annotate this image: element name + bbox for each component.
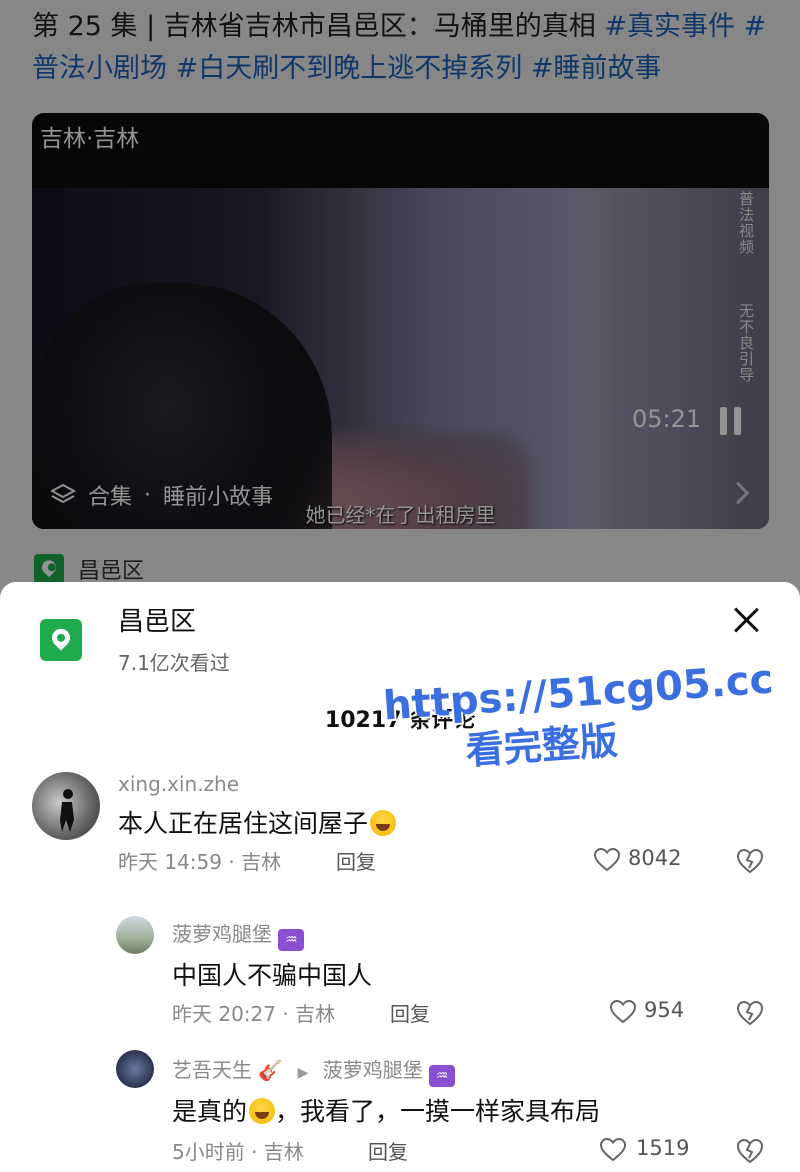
aquarius-badge-icon: ♒ <box>278 929 305 951</box>
comment-time-location: 昨天 20:27 · 吉林 <box>172 1002 336 1026</box>
reply-button[interactable]: 回复 <box>336 846 376 875</box>
location-pin-icon <box>40 619 82 661</box>
comment-username[interactable]: 菠萝鸡腿堡 ♒ <box>172 918 305 951</box>
reply-arrow-icon: ▶ <box>297 1065 309 1081</box>
dislike-icon[interactable] <box>736 1138 764 1164</box>
avatar[interactable] <box>116 1050 154 1088</box>
like-count: 954 <box>644 998 685 1022</box>
comments-sheet: 昌邑区 7.1亿次看过 10217 条评论 https://51cg05.cc … <box>0 582 800 1172</box>
comment-time-location: 5小时前 · 吉林 <box>172 1140 304 1164</box>
modal-backdrop[interactable] <box>0 0 800 600</box>
aquarius-badge-icon: ♒ <box>429 1065 456 1087</box>
watermark: https://51cg05.cc 看完整版 <box>352 654 800 782</box>
guitar-emoji-icon: 🎸 <box>258 1058 284 1082</box>
like-count: 8042 <box>628 846 682 870</box>
reply-to-username[interactable]: 菠萝鸡腿堡 <box>323 1058 423 1082</box>
like-count: 1519 <box>636 1136 690 1160</box>
poi-views: 7.1亿次看过 <box>118 651 230 675</box>
avatar-figure-icon <box>60 789 74 832</box>
heart-icon[interactable] <box>600 1138 626 1162</box>
comment-username[interactable]: xing.xin.zhe <box>118 772 239 796</box>
heart-icon[interactable] <box>594 848 620 872</box>
dislike-icon[interactable] <box>736 1000 764 1026</box>
close-icon[interactable] <box>732 606 760 634</box>
comment-text: 本人正在居住这间屋子 <box>118 804 397 840</box>
dislike-icon[interactable] <box>736 848 764 874</box>
laugh-emoji-icon <box>370 810 397 836</box>
poi-header[interactable]: 昌邑区 7.1亿次看过 <box>40 607 230 676</box>
comment-text: 是真的 ，我看了，一摸一样家具布局 <box>172 1097 601 1126</box>
heart-icon[interactable] <box>610 1000 636 1024</box>
comment-username[interactable]: 艺吾天生 🎸 ▶ 菠萝鸡腿堡 ♒ <box>172 1054 456 1087</box>
reply-button[interactable]: 回复 <box>390 998 430 1027</box>
comment-text: 中国人不骗中国人 <box>172 961 373 990</box>
avatar[interactable] <box>32 772 100 840</box>
laugh-emoji-icon <box>249 1098 276 1124</box>
avatar[interactable] <box>116 916 154 954</box>
reply-button[interactable]: 回复 <box>368 1136 408 1165</box>
poi-name: 昌邑区 <box>118 607 197 637</box>
comment-time-location: 昨天 14:59 · 吉林 <box>118 850 282 874</box>
